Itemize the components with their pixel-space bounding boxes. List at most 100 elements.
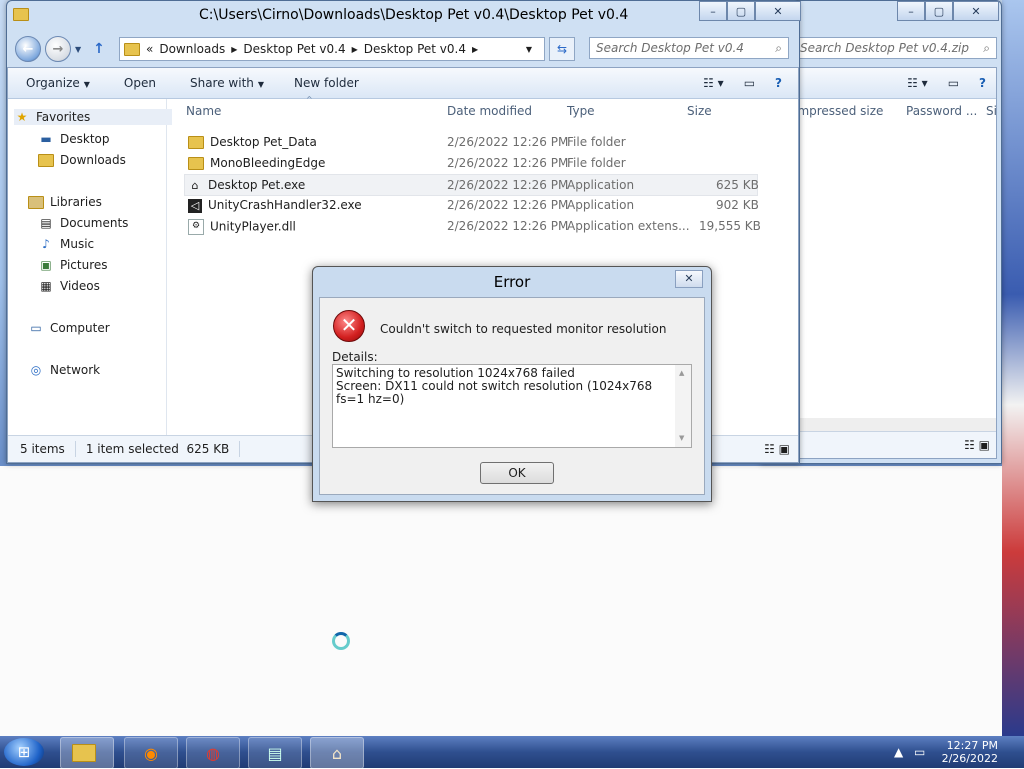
nav-music[interactable]: ♪ Music <box>38 237 94 251</box>
file-date: 2/26/2022 12:26 PM <box>447 198 569 212</box>
nav-pictures[interactable]: ▣ Pictures <box>38 258 107 272</box>
breadcrumb-desktop-pet-sub[interactable]: Desktop Pet v0.4 <box>364 42 466 56</box>
file-row[interactable]: Desktop Pet_Data 2/26/2022 12:26 PM File… <box>184 132 758 152</box>
up-icon[interactable]: ↑ <box>93 41 105 57</box>
preview-pane-icon[interactable]: ▭ <box>734 76 765 90</box>
explorer-icon <box>72 744 96 762</box>
maximize-icon[interactable]: ▢ <box>727 1 755 21</box>
column-date-modified[interactable]: Date modified <box>447 104 532 118</box>
breadcrumb-desktop-pet[interactable]: Desktop Pet v0.4 <box>243 42 345 56</box>
back-icon[interactable]: ← <box>15 36 41 62</box>
file-type: File folder <box>567 156 626 170</box>
breadcrumb-separator-icon[interactable]: ▶ <box>352 45 358 54</box>
column-type[interactable]: Type <box>567 104 595 118</box>
pet-app-icon: ⌂ <box>191 178 199 192</box>
status-item-count: 5 items <box>20 442 65 456</box>
forward-icon[interactable]: → <box>45 36 71 62</box>
search-placeholder: Search Desktop Pet v0.4 <box>596 41 744 55</box>
nav-computer[interactable]: ▭ Computer <box>28 321 109 335</box>
zip-caption-buttons: – ▢ ✕ <box>897 1 999 21</box>
column-compressed-size[interactable]: ...mpressed size <box>786 104 883 118</box>
column-size[interactable]: Si <box>986 104 997 118</box>
network-tray-icon[interactable]: ▭ <box>914 745 925 759</box>
file-size: 625 KB <box>716 178 759 192</box>
nav-downloads[interactable]: Downloads <box>38 153 126 167</box>
refresh-icon[interactable]: ⇆ <box>549 37 575 61</box>
zip-search-input[interactable]: Search Desktop Pet v0.4.zip ⌕ <box>793 37 997 59</box>
address-bar[interactable]: « Downloads ▶ Desktop Pet v0.4 ▶ Desktop… <box>119 37 545 61</box>
monitor-icon: ▤ <box>267 743 283 763</box>
details-scrollbar[interactable]: ▲ ▼ <box>675 365 691 447</box>
file-row[interactable]: ◁ UnityCrashHandler32.exe 2/26/2022 12:26… <box>184 195 759 215</box>
maximize-icon[interactable]: ▢ <box>925 1 953 21</box>
organize-button[interactable]: Organize ▼ <box>16 76 100 90</box>
libraries-icon <box>28 195 44 209</box>
window-title: C:\Users\Cirno\Downloads\Desktop Pet v0.… <box>199 7 629 23</box>
address-dropdown-icon[interactable]: ▼ <box>526 45 532 54</box>
explorer-titlebar[interactable]: C:\Users\Cirno\Downloads\Desktop Pet v0.… <box>7 1 801 31</box>
file-name: Desktop Pet.exe <box>208 178 306 192</box>
error-icon: ✕ <box>333 310 365 342</box>
breadcrumb-downloads[interactable]: Downloads <box>159 42 225 56</box>
minimize-icon[interactable]: – <box>699 1 727 21</box>
dialog-body: ✕ Couldn't switch to requested monitor r… <box>319 297 705 495</box>
file-type: File folder <box>567 135 626 149</box>
nav-favorites[interactable]: ★ Favorites <box>14 109 172 125</box>
help-icon[interactable]: ? <box>969 76 996 90</box>
star-icon: ★ <box>16 110 28 124</box>
nav-network[interactable]: ◎ Network <box>28 363 100 377</box>
details-view-icon[interactable]: ☷ ▣ <box>964 438 990 452</box>
scroll-up-icon[interactable]: ▲ <box>679 367 684 380</box>
scroll-down-icon[interactable]: ▼ <box>679 432 684 445</box>
close-icon[interactable]: ✕ <box>755 1 801 21</box>
search-input[interactable]: Search Desktop Pet v0.4 ⌕ <box>589 37 789 59</box>
address-overflow-icon[interactable]: « <box>146 42 153 56</box>
taskbar-resource-monitor-button[interactable]: ▤ <box>248 737 302 769</box>
file-row[interactable]: MonoBleedingEdge 2/26/2022 12:26 PM File… <box>184 153 758 173</box>
taskbar-chrome-button[interactable]: ◍ <box>186 737 240 769</box>
nav-videos[interactable]: ▦ Videos <box>38 279 100 293</box>
pet-app-icon: ⌂ <box>331 743 343 763</box>
nav-libraries[interactable]: Libraries <box>28 195 102 209</box>
preview-pane-icon[interactable]: ▭ <box>938 76 969 90</box>
file-type: Application <box>567 178 635 192</box>
share-with-button[interactable]: Share with ▼ <box>180 76 274 90</box>
view-options-icon[interactable]: ☷ ▾ <box>693 76 734 90</box>
minimize-icon[interactable]: – <box>897 1 925 21</box>
search-icon: ⌕ <box>983 40 990 55</box>
zip-horizontal-scrollbar[interactable] <box>768 418 996 432</box>
nav-documents[interactable]: ▤ Documents <box>38 216 128 230</box>
status-divider <box>74 441 76 457</box>
details-view-icon[interactable]: ☷ ▣ <box>764 442 790 456</box>
desktop-icon: ▬ <box>40 132 52 146</box>
column-size[interactable]: Size <box>687 104 712 118</box>
start-button[interactable]: ⊞ <box>4 738 44 766</box>
ok-button[interactable]: OK <box>480 462 554 484</box>
close-icon[interactable]: ✕ <box>675 270 703 288</box>
clock[interactable]: 12:27 PM 2/26/2022 <box>942 739 998 765</box>
clock-date: 2/26/2022 <box>941 752 998 765</box>
help-icon[interactable]: ? <box>765 76 792 90</box>
error-dialog[interactable]: Error ✕ ✕ Couldn't switch to requested m… <box>312 266 712 502</box>
close-icon[interactable]: ✕ <box>953 1 999 21</box>
column-password[interactable]: Password ... <box>906 104 977 118</box>
navigation-pane: ★ Favorites ▬ Desktop Downloads Libraries … <box>8 99 172 462</box>
breadcrumb-separator-icon[interactable]: ▶ <box>472 45 478 54</box>
dll-file-icon: ⚙ <box>188 219 204 235</box>
taskbar-desktop-pet-button[interactable]: ⌂ <box>310 737 364 769</box>
file-row-selected[interactable]: ⌂ Desktop Pet.exe 2/26/2022 12:26 PM Appl… <box>184 174 759 196</box>
open-button[interactable]: Open <box>114 76 166 90</box>
nav-desktop[interactable]: ▬ Desktop <box>38 132 109 146</box>
view-options-icon[interactable]: ☷ ▾ <box>897 76 938 90</box>
column-name[interactable]: Name <box>186 104 221 118</box>
taskbar-explorer-button[interactable] <box>60 737 114 769</box>
taskbar-firefox-button[interactable]: ◉ <box>124 737 178 769</box>
recent-pages-icon[interactable]: ▼ <box>75 45 81 54</box>
breadcrumb-separator-icon[interactable]: ▶ <box>231 45 237 54</box>
new-folder-button[interactable]: New folder <box>284 76 369 90</box>
file-row[interactable]: ⚙ UnityPlayer.dll 2/26/2022 12:26 PM Appl… <box>184 216 761 236</box>
zip-content: ☷ ▾ ▭ ? ...mpressed size Password ... Si… <box>767 67 997 459</box>
navigation-buttons: ← → ▼ ↑ <box>15 36 105 62</box>
show-hidden-icons-icon[interactable]: ▲ <box>894 745 903 759</box>
details-textbox[interactable]: Switching to resolution 1024x768 failed … <box>332 364 692 448</box>
